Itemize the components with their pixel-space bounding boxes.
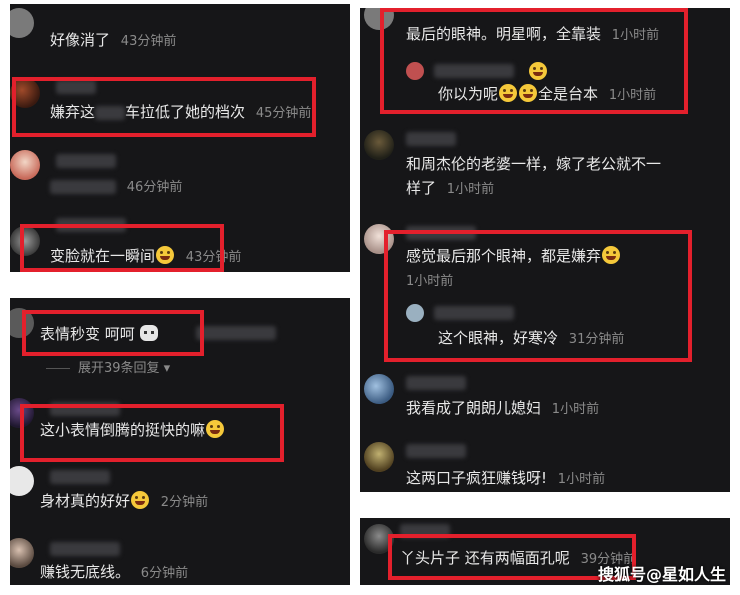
user-avatar[interactable] [364, 130, 394, 160]
comment-text: 我看成了朗朗儿媳妇 [406, 399, 542, 417]
highlight-box [22, 310, 204, 356]
blurred-username [50, 470, 110, 484]
comment-text: 身材真的好好 [40, 492, 131, 510]
source-watermark: 搜狐号@星如人生 [597, 565, 726, 584]
comment-time: 46分钟前 [126, 180, 183, 195]
highlight-box [384, 230, 692, 362]
blurred-text [50, 179, 116, 194]
comment-time: 1小时前 [557, 472, 606, 487]
comment-time: 1小时前 [551, 402, 600, 417]
comment-item: 身材真的好好 2分钟前 [40, 491, 208, 513]
comment-time: 1小时前 [446, 182, 495, 197]
comment-text: 这两口子疯狂赚钱呀! [406, 469, 548, 487]
comment-item-continued: 样了 1小时前 [406, 178, 494, 200]
user-avatar[interactable] [364, 442, 394, 472]
highlight-box [20, 224, 224, 272]
comment-item: 好像消了 43分钟前 [50, 30, 176, 52]
blurred-username [56, 154, 116, 168]
comment-time: 6分钟前 [140, 566, 189, 581]
blurred-username [406, 376, 466, 390]
comment-item: 我看成了朗朗儿媳妇 1小时前 [406, 398, 599, 420]
blurred-text [196, 326, 276, 340]
highlight-box [12, 77, 316, 137]
comment-text: 样了 [406, 179, 437, 197]
divider [46, 368, 70, 369]
user-avatar[interactable] [10, 150, 40, 180]
blurred-username [50, 542, 120, 556]
comment-panel-bottom-left: 表情秒变 呵呵 展开39条回复 ▾ 这小表情倒腾的挺快的嘛 身材真的好好 2分钟… [10, 298, 350, 585]
comment-item: 赚钱无底线。 6分钟前 [40, 562, 188, 584]
expand-arrow-icon: ▾ [159, 361, 171, 376]
user-avatar[interactable] [10, 538, 34, 568]
smiling-emoji-icon [131, 491, 150, 509]
comment-panel-top-left: 好像消了 43分钟前 嫌弃这 车拉低了她的档次 45分钟前 46分钟前 变脸就在一… [10, 4, 350, 272]
expand-replies-link[interactable]: 展开39条回复 ▾ [46, 359, 170, 379]
highlight-box [20, 404, 284, 462]
comment-time: 2分钟前 [160, 495, 209, 510]
comment-time: 43分钟前 [120, 34, 177, 49]
comment-text: 好像消了 [50, 31, 111, 49]
blurred-username [406, 132, 456, 146]
user-avatar[interactable] [364, 374, 394, 404]
expand-label: 展开39条回复 [78, 361, 160, 376]
comment-item: 46分钟前 [50, 176, 182, 198]
highlight-box [380, 8, 688, 114]
user-avatar[interactable] [10, 466, 34, 496]
comment-text: 和周杰伦的老婆一样，嫁了老公就不一 [406, 155, 662, 173]
comment-panel-right: 最后的眼神。明星啊，全靠装 1小时前 你以为呢 全是台本 1小时前 和周杰伦的老婆… [360, 8, 730, 492]
blurred-username [406, 444, 466, 458]
comment-item: 和周杰伦的老婆一样，嫁了老公就不一 [406, 154, 661, 174]
user-avatar[interactable] [10, 8, 34, 38]
comment-item: 这两口子疯狂赚钱呀! 1小时前 [406, 468, 605, 490]
comment-text: 赚钱无底线。 [40, 563, 131, 581]
